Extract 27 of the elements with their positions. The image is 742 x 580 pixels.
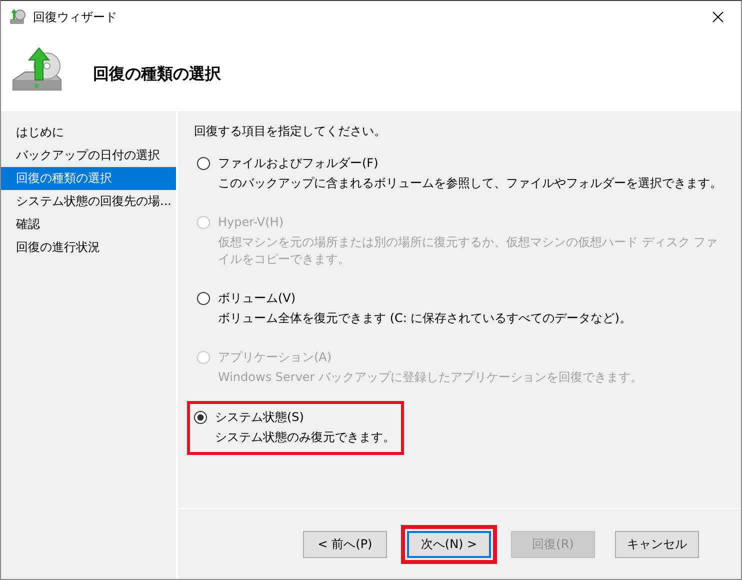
option-label: システム状態(S) [215,408,304,426]
sidebar-item[interactable]: はじめに [1,121,176,144]
restore-drive-icon [9,9,27,25]
option-label: アプリケーション(A) [218,348,332,366]
window-title: 回復ウィザード [33,8,118,26]
radio-button[interactable] [194,410,207,424]
sidebar-item[interactable]: 確認 [1,213,176,236]
option-description: 仮想マシンを元の場所または別の場所に復元するか、仮想マシンの仮想ハード ディスク ファイルをコピーできます。 [217,234,719,268]
option-description: ボリューム全体を復元できます (C: に保存されているすべてのデータなど)。 [217,310,632,327]
wizard-button[interactable]: 次へ(N) > [407,530,491,558]
radio-button[interactable] [197,156,210,170]
wizard-button[interactable]: キャンセル [615,530,699,558]
sidebar-item[interactable]: システム状態の回復先の場... [1,190,176,213]
close-icon[interactable] [712,11,724,23]
option-label: Hyper-V(H) [218,215,284,229]
option-label: ファイルおよびフォルダー(F) [218,154,378,172]
option-description: このバックアップに含まれるボリュームを参照して、ファイルやフォルダーを選択できます。 [217,175,722,192]
sidebar-item[interactable]: 回復の種類の選択 [1,167,176,190]
option-description: Windows Server バックアップに登録したアプリケーションを回復できます。 [217,369,643,386]
wizard-button[interactable]: < 前へ(P) [303,530,387,558]
sidebar-item[interactable]: バックアップの日付の選択 [1,144,176,167]
page-title: 回復の種類の選択 [93,62,221,84]
radio-button[interactable] [197,292,210,304]
sidebar-item[interactable]: 回復の進行状況 [1,236,176,259]
instruction-text: 回復する項目を指定してください。 [194,123,387,140]
option-description: システム状態のみ復元できます。 [214,429,395,446]
option-label: ボリューム(V) [218,290,296,306]
